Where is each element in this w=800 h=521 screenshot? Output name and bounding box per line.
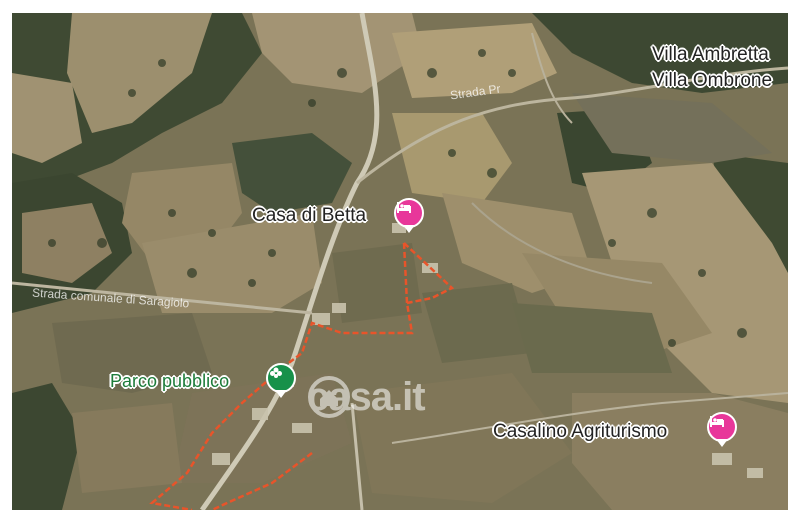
satellite-map[interactable]: Strada Pr Strada comunale di Saragiolo V… xyxy=(12,13,788,510)
casalino-agriturismo-pin[interactable] xyxy=(707,412,737,447)
parco-pubblico-pin[interactable] xyxy=(266,363,296,398)
casa-di-betta-pin[interactable] xyxy=(394,198,424,233)
label-villa-ombrone[interactable]: Villa Ombrone xyxy=(652,70,772,92)
label-casalino-agriturismo[interactable]: Casalino Agriturismo xyxy=(493,421,667,443)
bed-icon xyxy=(397,202,411,213)
casa-it-watermark: casa.it xyxy=(307,375,426,420)
park-icon xyxy=(270,367,282,378)
casa-it-logo-icon xyxy=(308,376,350,418)
label-casa-di-betta[interactable]: Casa di Betta xyxy=(252,205,366,227)
bed-icon xyxy=(710,416,724,427)
label-parco-pubblico[interactable]: Parco pubblico xyxy=(110,371,229,392)
label-villa-ambretta[interactable]: Villa Ambretta xyxy=(652,44,769,66)
